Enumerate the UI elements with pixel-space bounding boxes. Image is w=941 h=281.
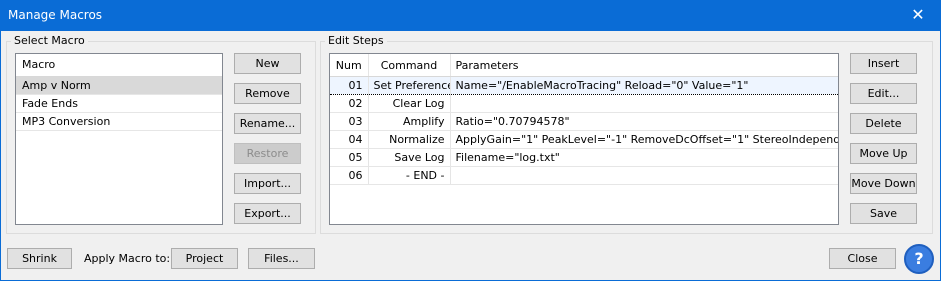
shrink-button[interactable]: Shrink <box>7 248 72 269</box>
move-up-button[interactable]: Move Up <box>850 143 917 164</box>
step-parameters: ApplyGain="1" PeakLevel="-1" RemoveDcOff… <box>450 130 838 149</box>
steps-table: Num Command Parameters 01 Set Preference… <box>330 54 838 185</box>
project-button[interactable]: Project <box>171 248 238 269</box>
files-button[interactable]: Files... <box>248 248 315 269</box>
step-parameters: Filename="log.txt" <box>450 148 838 167</box>
title-bar: Manage Macros ✕ <box>0 0 941 31</box>
table-row[interactable]: 04 Normalize ApplyGain="1" PeakLevel="-1… <box>330 130 838 149</box>
step-parameters <box>450 94 838 113</box>
parameters-column-header[interactable]: Parameters <box>450 54 838 77</box>
step-parameters: Name="/EnableMacroTracing" Reload="0" Va… <box>450 76 838 95</box>
steps-list[interactable]: Num Command Parameters 01 Set Preference… <box>329 53 839 225</box>
new-button[interactable]: New <box>234 53 301 74</box>
window-title: Manage Macros <box>8 8 103 22</box>
step-command: Normalize <box>368 130 451 149</box>
step-num: 03 <box>330 112 369 131</box>
remove-button[interactable]: Remove <box>234 83 301 104</box>
rename-button[interactable]: Rename... <box>234 113 301 134</box>
close-icon[interactable]: ✕ <box>895 0 941 31</box>
macro-column-header[interactable]: Macro <box>16 54 222 77</box>
step-num: 05 <box>330 148 369 167</box>
export-button[interactable]: Export... <box>234 203 301 224</box>
insert-button[interactable]: Insert <box>850 53 917 74</box>
macro-list-item[interactable]: MP3 Conversion <box>16 113 222 131</box>
table-row[interactable]: 06 - END - <box>330 166 838 185</box>
close-button[interactable]: Close <box>829 248 896 269</box>
table-row[interactable]: 02 Clear Log <box>330 94 838 113</box>
edit-steps-group-title: Edit Steps <box>325 34 387 47</box>
import-button[interactable]: Import... <box>234 173 301 194</box>
step-command: - END - <box>368 166 451 185</box>
step-num: 06 <box>330 166 369 185</box>
select-macro-group-title: Select Macro <box>11 34 88 47</box>
table-row[interactable]: 05 Save Log Filename="log.txt" <box>330 148 838 167</box>
table-row[interactable]: 01 Set Preference Name="/EnableMacroTrac… <box>330 76 838 95</box>
macro-list-item[interactable]: Amp v Norm <box>16 77 222 95</box>
command-column-header[interactable]: Command <box>368 54 451 77</box>
num-column-header[interactable]: Num <box>330 54 369 77</box>
save-button[interactable]: Save <box>850 203 917 224</box>
help-icon[interactable]: ? <box>904 244 934 274</box>
restore-button[interactable]: Restore <box>234 143 301 164</box>
macro-list-item[interactable]: Fade Ends <box>16 95 222 113</box>
step-command: Amplify <box>368 112 451 131</box>
step-command: Clear Log <box>368 94 451 113</box>
steps-header-row: Num Command Parameters <box>330 54 838 77</box>
step-num: 04 <box>330 130 369 149</box>
macro-list[interactable]: Macro Amp v Norm Fade Ends MP3 Conversio… <box>15 53 223 225</box>
delete-button[interactable]: Delete <box>850 113 917 134</box>
step-num: 02 <box>330 94 369 113</box>
move-down-button[interactable]: Move Down <box>850 173 917 194</box>
step-parameters <box>450 166 838 185</box>
apply-macro-label: Apply Macro to: <box>84 252 171 265</box>
table-row[interactable]: 03 Amplify Ratio="0.70794578" <box>330 112 838 131</box>
step-command: Set Preference <box>368 76 451 95</box>
step-command: Save Log <box>368 148 451 167</box>
step-num: 01 <box>330 76 369 95</box>
step-parameters: Ratio="0.70794578" <box>450 112 838 131</box>
edit-button[interactable]: Edit... <box>850 83 917 104</box>
